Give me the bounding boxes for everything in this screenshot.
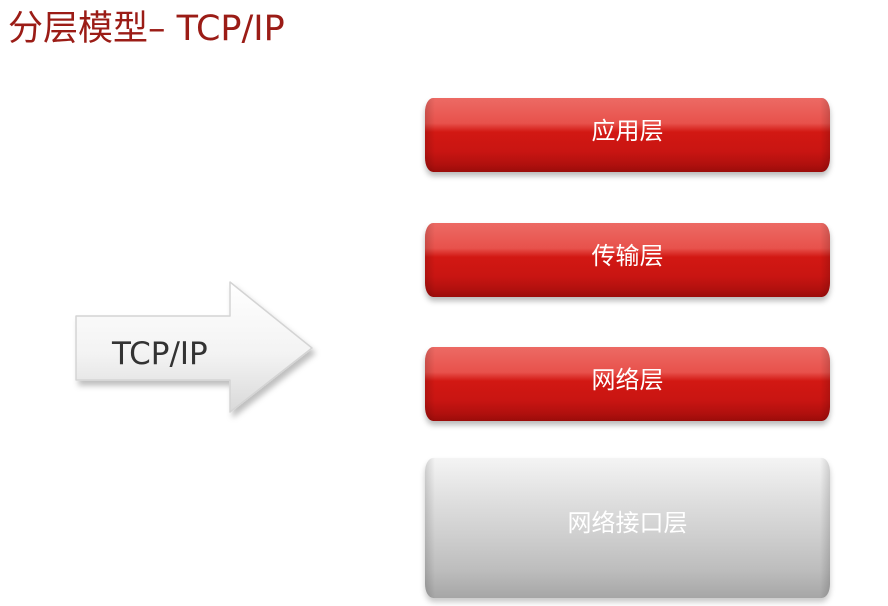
layer-network: 网络层 [425, 347, 830, 421]
layer-application: 应用层 [425, 98, 830, 172]
arrow-label: TCP/IP [112, 336, 208, 372]
layer-network-interface: 网络接口层 [425, 458, 830, 598]
layer-label: 传输层 [591, 242, 664, 270]
page-title: 分层模型– TCP/IP [8, 9, 285, 49]
layer-transport: 传输层 [425, 223, 830, 297]
tcp-ip-arrow: TCP/IP [72, 276, 320, 416]
layer-label: 网络接口层 [567, 509, 688, 537]
layer-label: 应用层 [591, 117, 664, 145]
layer-label: 网络层 [591, 366, 664, 394]
